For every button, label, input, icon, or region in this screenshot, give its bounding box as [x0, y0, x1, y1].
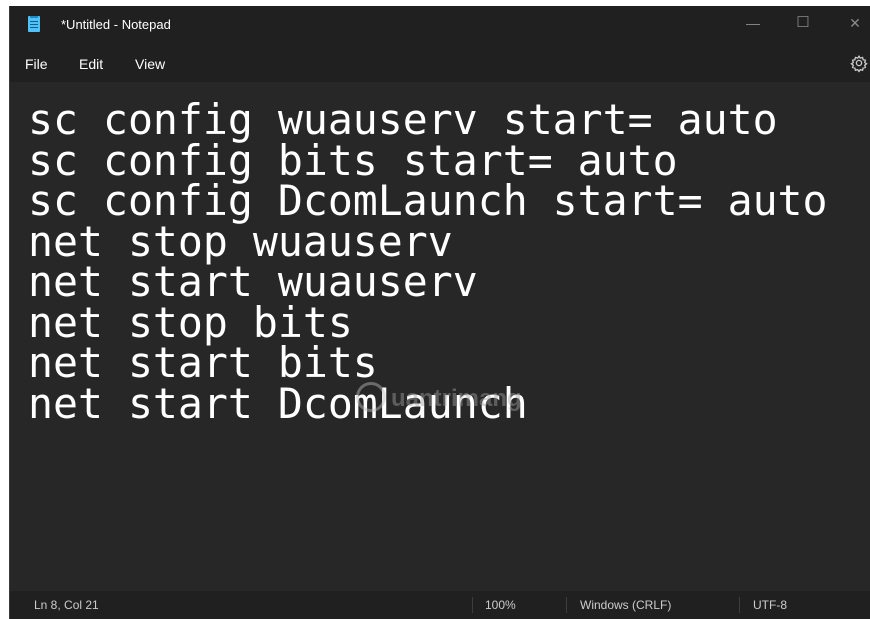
status-divider — [566, 597, 567, 613]
watermark-logo-icon — [356, 382, 386, 412]
encoding: UTF-8 — [753, 598, 787, 612]
watermark-text: uantrimang — [391, 385, 522, 412]
menu-view[interactable]: View — [135, 56, 165, 72]
gear-icon[interactable] — [848, 52, 870, 74]
menu-edit[interactable]: Edit — [79, 56, 103, 72]
notepad-icon — [28, 16, 40, 32]
status-divider — [472, 597, 473, 613]
menu-file[interactable]: File — [25, 56, 48, 72]
title-bar[interactable]: *Untitled - Notepad — ☐ ✕ — [10, 6, 870, 44]
maximize-button[interactable]: ☐ — [780, 6, 826, 40]
text-editor[interactable]: sc config wuauserv start= auto sc config… — [10, 82, 870, 591]
window-title: *Untitled - Notepad — [61, 17, 171, 32]
status-bar: Ln 8, Col 21 100% Windows (CRLF) UTF-8 — [10, 591, 870, 619]
minimize-button[interactable]: — — [730, 6, 776, 40]
line-ending: Windows (CRLF) — [580, 598, 672, 612]
close-button[interactable]: ✕ — [832, 6, 870, 40]
cursor-position: Ln 8, Col 21 — [34, 598, 99, 612]
zoom-level: 100% — [485, 598, 516, 612]
status-divider — [739, 597, 740, 613]
menu-bar: File Edit View — [10, 44, 870, 82]
notepad-window: *Untitled - Notepad — ☐ ✕ File Edit View… — [9, 6, 870, 619]
editor-content[interactable]: sc config wuauserv start= auto sc config… — [28, 99, 828, 424]
